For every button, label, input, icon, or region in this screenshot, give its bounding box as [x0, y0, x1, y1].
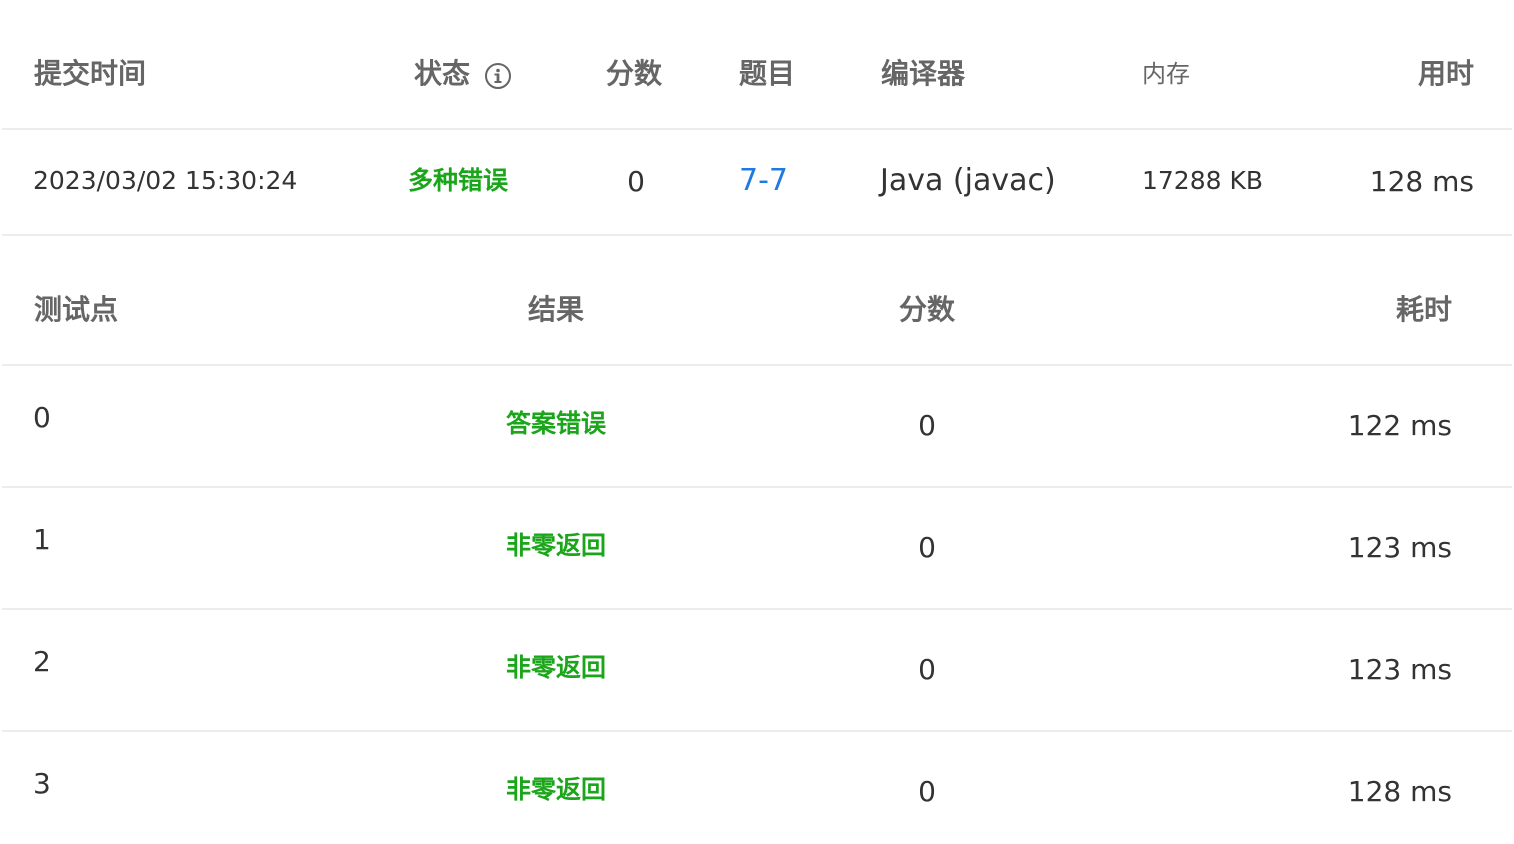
- info-circle-icon[interactable]: [484, 62, 512, 90]
- result-badge: 非零返回: [505, 775, 607, 804]
- testcase-score: 0: [918, 531, 936, 564]
- divider: [2, 234, 1512, 236]
- submission-detail: 提交时间 状态 分数 题目 编译器 内存 用时 2023/03/02 15:30…: [0, 0, 1514, 844]
- header-problem: 题目: [739, 57, 796, 90]
- divider: [2, 364, 1512, 366]
- testpoint-id: 0: [33, 401, 51, 434]
- submit-time: 2023/03/02 15:30:24: [33, 166, 298, 195]
- testcase-score: 0: [918, 409, 936, 442]
- submission-score: 0: [627, 165, 645, 198]
- divider: [2, 730, 1512, 732]
- header-score: 分数: [606, 57, 663, 90]
- header-status: 状态: [414, 57, 471, 90]
- testcase-time: 123 ms: [1347, 653, 1452, 686]
- divider: [2, 608, 1512, 610]
- header-submit-time: 提交时间: [34, 57, 147, 90]
- compiler-value: Java (javac): [880, 163, 1056, 198]
- header-memory: 内存: [1142, 60, 1190, 88]
- status-badge: 多种错误: [408, 166, 509, 195]
- problem-link[interactable]: 7-7: [739, 166, 788, 196]
- header-testpoint: 测试点: [34, 293, 119, 326]
- divider: [2, 486, 1512, 488]
- header-compiler: 编译器: [881, 57, 966, 90]
- testcase-time: 122 ms: [1347, 409, 1452, 442]
- testpoint-id: 1: [33, 523, 51, 556]
- result-badge: 非零返回: [505, 531, 607, 560]
- divider: [2, 128, 1512, 130]
- testpoint-id: 3: [33, 767, 51, 800]
- duration-value: 128 ms: [1369, 165, 1474, 198]
- header-testcase-score: 分数: [898, 293, 956, 326]
- testcase-time: 128 ms: [1347, 775, 1452, 808]
- testcase-score: 0: [918, 653, 936, 686]
- testcase-score: 0: [918, 775, 936, 808]
- header-result: 结果: [527, 293, 585, 326]
- header-elapsed: 耗时: [1395, 293, 1452, 326]
- testpoint-id: 2: [33, 645, 51, 678]
- result-badge: 非零返回: [505, 653, 607, 682]
- testcase-time: 123 ms: [1347, 531, 1452, 564]
- result-badge: 答案错误: [505, 409, 607, 438]
- memory-value: 17288 KB: [1142, 166, 1264, 195]
- header-duration: 用时: [1417, 57, 1474, 90]
